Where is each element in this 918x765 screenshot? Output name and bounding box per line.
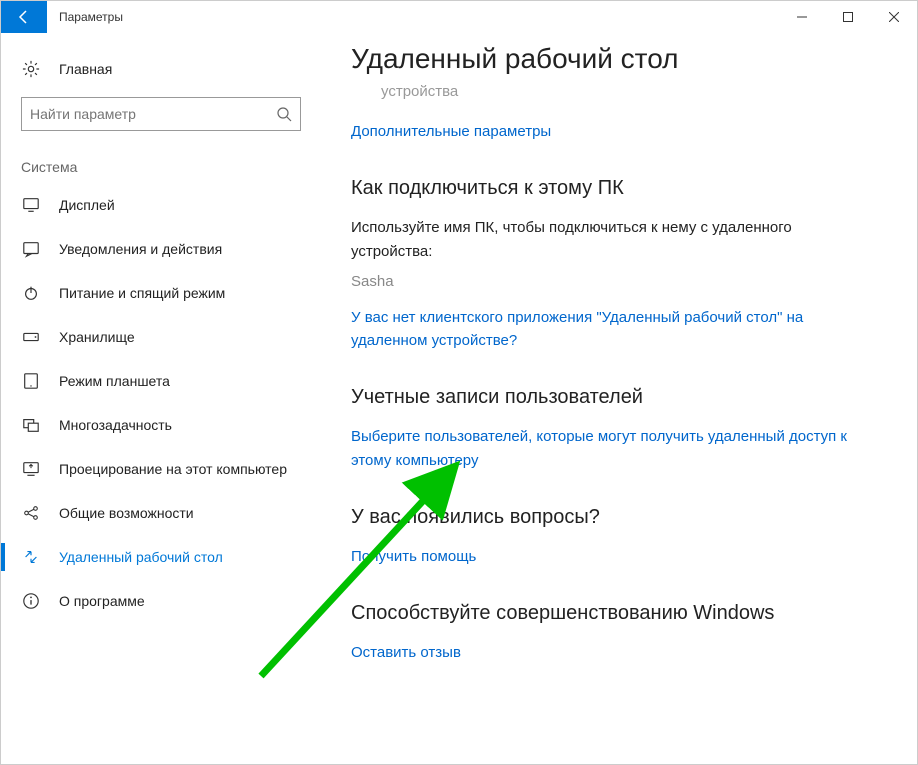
app-title: Параметры [47, 1, 123, 33]
tablet-icon [21, 371, 41, 391]
storage-icon [21, 327, 41, 347]
home-label: Главная [59, 61, 112, 77]
link-select-users[interactable]: Выберите пользователей, которые могут по… [351, 425, 857, 472]
sidebar-item-label: Многозадачность [59, 417, 172, 433]
sidebar-item-shared[interactable]: Общие возможности [1, 491, 321, 535]
sidebar-item-label: Общие возможности [59, 505, 194, 521]
sidebar-item-label: Уведомления и действия [59, 241, 222, 257]
close-button[interactable] [871, 1, 917, 33]
search-icon [276, 106, 292, 122]
titlebar: Параметры [1, 1, 917, 33]
arrow-left-icon [16, 9, 32, 25]
search-box[interactable] [21, 97, 301, 131]
sidebar: Главная Система Дисплей Уведомления и де… [1, 33, 321, 764]
shared-icon [21, 503, 41, 523]
connect-description: Используйте имя ПК, чтобы подключиться к… [351, 216, 857, 263]
minimize-button[interactable] [779, 1, 825, 33]
minimize-icon [797, 12, 807, 22]
muted-subtext: устройства [381, 83, 857, 100]
section-improve-title: Способствуйте совершенствованию Windows [351, 602, 857, 625]
link-no-client[interactable]: У вас нет клиентского приложения "Удален… [351, 306, 857, 353]
settings-window: Параметры Главная [0, 0, 918, 765]
link-additional-settings[interactable]: Дополнительные параметры [351, 120, 857, 143]
close-icon [889, 12, 899, 22]
section-connect-title: Как подключиться к этому ПК [351, 177, 857, 200]
sidebar-item-tablet[interactable]: Режим планшета [1, 359, 321, 403]
sidebar-item-label: Проецирование на этот компьютер [59, 461, 287, 477]
sidebar-item-label: Хранилище [59, 329, 135, 345]
sidebar-item-label: Удаленный рабочий стол [59, 549, 223, 565]
section-questions-title: У вас появились вопросы? [351, 506, 857, 529]
projecting-icon [21, 459, 41, 479]
sidebar-item-notifications[interactable]: Уведомления и действия [1, 227, 321, 271]
group-label: Система [1, 149, 321, 183]
sidebar-item-remote-desktop[interactable]: Удаленный рабочий стол [1, 535, 321, 579]
main-content: Удаленный рабочий стол устройства Дополн… [321, 33, 917, 764]
page-title: Удаленный рабочий стол [351, 43, 857, 75]
gear-icon [21, 59, 41, 79]
sidebar-item-projecting[interactable]: Проецирование на этот компьютер [1, 447, 321, 491]
display-icon [21, 195, 41, 215]
back-button[interactable] [1, 1, 47, 33]
search-input[interactable] [30, 106, 276, 122]
notifications-icon [21, 239, 41, 259]
power-icon [21, 283, 41, 303]
maximize-icon [843, 12, 853, 22]
section-accounts-title: Учетные записи пользователей [351, 386, 857, 409]
remote-desktop-icon [21, 547, 41, 567]
sidebar-item-label: Режим планшета [59, 373, 170, 389]
link-get-help[interactable]: Получить помощь [351, 545, 857, 568]
sidebar-item-label: О программе [59, 593, 145, 609]
link-feedback[interactable]: Оставить отзыв [351, 641, 857, 664]
window-controls [779, 1, 917, 33]
maximize-button[interactable] [825, 1, 871, 33]
pc-name: Sasha [351, 273, 857, 290]
sidebar-item-display[interactable]: Дисплей [1, 183, 321, 227]
about-icon [21, 591, 41, 611]
sidebar-item-multitasking[interactable]: Многозадачность [1, 403, 321, 447]
sidebar-item-about[interactable]: О программе [1, 579, 321, 623]
sidebar-item-label: Дисплей [59, 197, 115, 213]
sidebar-item-power[interactable]: Питание и спящий режим [1, 271, 321, 315]
sidebar-item-storage[interactable]: Хранилище [1, 315, 321, 359]
nav: Дисплей Уведомления и действия Питание и… [1, 183, 321, 623]
multitask-icon [21, 415, 41, 435]
body: Главная Система Дисплей Уведомления и де… [1, 33, 917, 764]
sidebar-item-label: Питание и спящий режим [59, 285, 225, 301]
home-row[interactable]: Главная [1, 51, 321, 97]
